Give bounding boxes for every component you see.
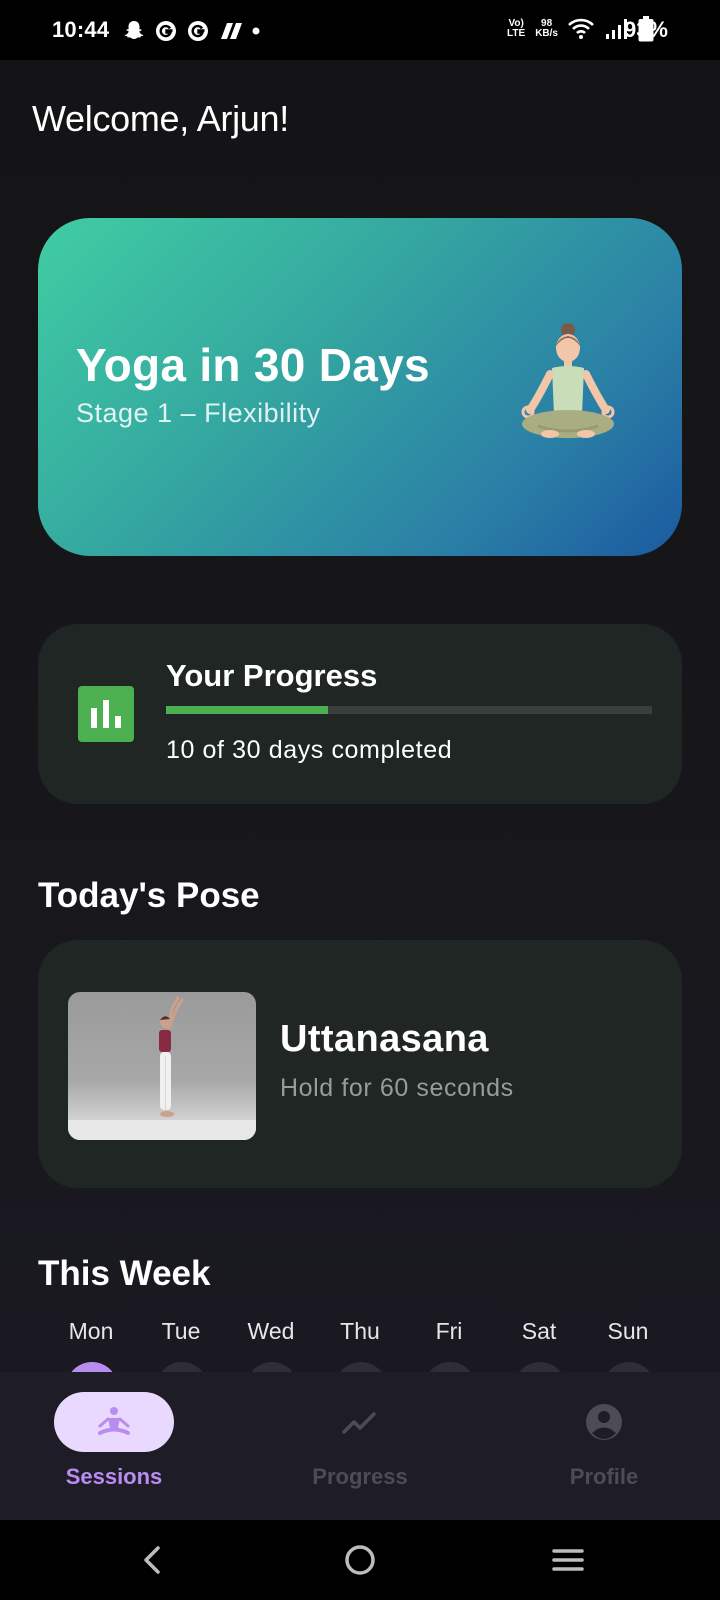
status-time: 10:44 bbox=[52, 17, 110, 42]
day-thu[interactable]: Thu bbox=[315, 1318, 405, 1374]
standing-pose-figure bbox=[68, 996, 256, 1140]
status-bar: 10:44 Vo) LTE 98 KB/s 93% bbox=[0, 0, 720, 60]
system-navigation-bar bbox=[0, 1520, 720, 1600]
day-label: Tue bbox=[161, 1318, 201, 1344]
week-day-selector: Mon Tue Wed Thu Fri Sat Sun bbox=[0, 1318, 720, 1374]
notification-icons bbox=[122, 19, 260, 43]
program-stage: Stage 1 – Flexibility bbox=[76, 398, 321, 428]
nav-label: Progress bbox=[312, 1464, 408, 1489]
app-notification-icon bbox=[221, 23, 242, 39]
battery-percentage: 93% bbox=[623, 17, 668, 42]
progress-summary: 10 of 30 days completed bbox=[166, 736, 453, 764]
meditating-person-illustration bbox=[521, 323, 615, 438]
progress-bar-fill bbox=[166, 706, 328, 714]
day-mon[interactable]: Mon bbox=[46, 1318, 136, 1374]
todays-pose-card[interactable]: Uttanasana Hold for 60 seconds bbox=[38, 940, 682, 1188]
yoga-icon bbox=[98, 1407, 130, 1435]
day-label: Sat bbox=[521, 1318, 557, 1344]
this-week-heading: This Week bbox=[38, 1254, 211, 1293]
day-label: Thu bbox=[340, 1318, 380, 1344]
day-label: Fri bbox=[435, 1318, 463, 1344]
day-label: Sun bbox=[607, 1318, 649, 1344]
progress-title: Your Progress bbox=[166, 658, 378, 693]
day-label: Mon bbox=[68, 1318, 114, 1344]
pose-instruction: Hold for 60 seconds bbox=[280, 1074, 514, 1102]
recents-menu-icon[interactable] bbox=[548, 1540, 588, 1580]
nav-label: Profile bbox=[569, 1464, 639, 1489]
wifi-icon bbox=[568, 18, 594, 39]
g-circle-icon-2 bbox=[188, 21, 208, 41]
back-icon[interactable] bbox=[134, 1540, 174, 1580]
pose-photo bbox=[68, 992, 256, 1140]
program-card[interactable]: Yoga in 30 Days Stage 1 – Flexibility bbox=[38, 218, 682, 556]
volte-indicator: Vo) LTE bbox=[507, 19, 525, 39]
progress-card[interactable]: Your Progress 10 of 30 days completed bbox=[38, 624, 682, 804]
day-sun[interactable]: Sun bbox=[583, 1318, 673, 1374]
day-label: Wed bbox=[247, 1318, 295, 1344]
snapchat-icon bbox=[124, 21, 144, 39]
g-circle-icon bbox=[156, 21, 176, 41]
nav-sessions[interactable]: Sessions bbox=[34, 1392, 194, 1502]
day-wed[interactable]: Wed bbox=[226, 1318, 316, 1374]
trending-icon bbox=[342, 1412, 376, 1434]
bottom-navigation: Sessions Progress Profile bbox=[0, 1372, 720, 1520]
bar-chart-icon bbox=[78, 686, 134, 742]
network-speed: 98 KB/s bbox=[535, 19, 558, 39]
progress-bar bbox=[166, 706, 652, 714]
nav-profile[interactable]: Profile bbox=[524, 1392, 684, 1502]
lte-label: LTE bbox=[507, 28, 526, 39]
greeting: Welcome, Arjun! bbox=[32, 98, 289, 139]
day-tue[interactable]: Tue bbox=[136, 1318, 226, 1374]
program-title: Yoga in 30 Days bbox=[76, 339, 430, 391]
account-circle-icon bbox=[586, 1404, 622, 1440]
day-fri[interactable]: Fri bbox=[404, 1318, 494, 1374]
home-icon[interactable] bbox=[340, 1540, 380, 1580]
nav-label: Sessions bbox=[65, 1464, 163, 1489]
nav-progress[interactable]: Progress bbox=[280, 1392, 440, 1502]
network-speed-unit: KB/s bbox=[535, 28, 558, 39]
todays-pose-heading: Today's Pose bbox=[38, 876, 260, 915]
pose-name: Uttanasana bbox=[280, 1018, 489, 1060]
more-notifications-dot-icon bbox=[252, 27, 260, 35]
day-sat[interactable]: Sat bbox=[494, 1318, 584, 1374]
